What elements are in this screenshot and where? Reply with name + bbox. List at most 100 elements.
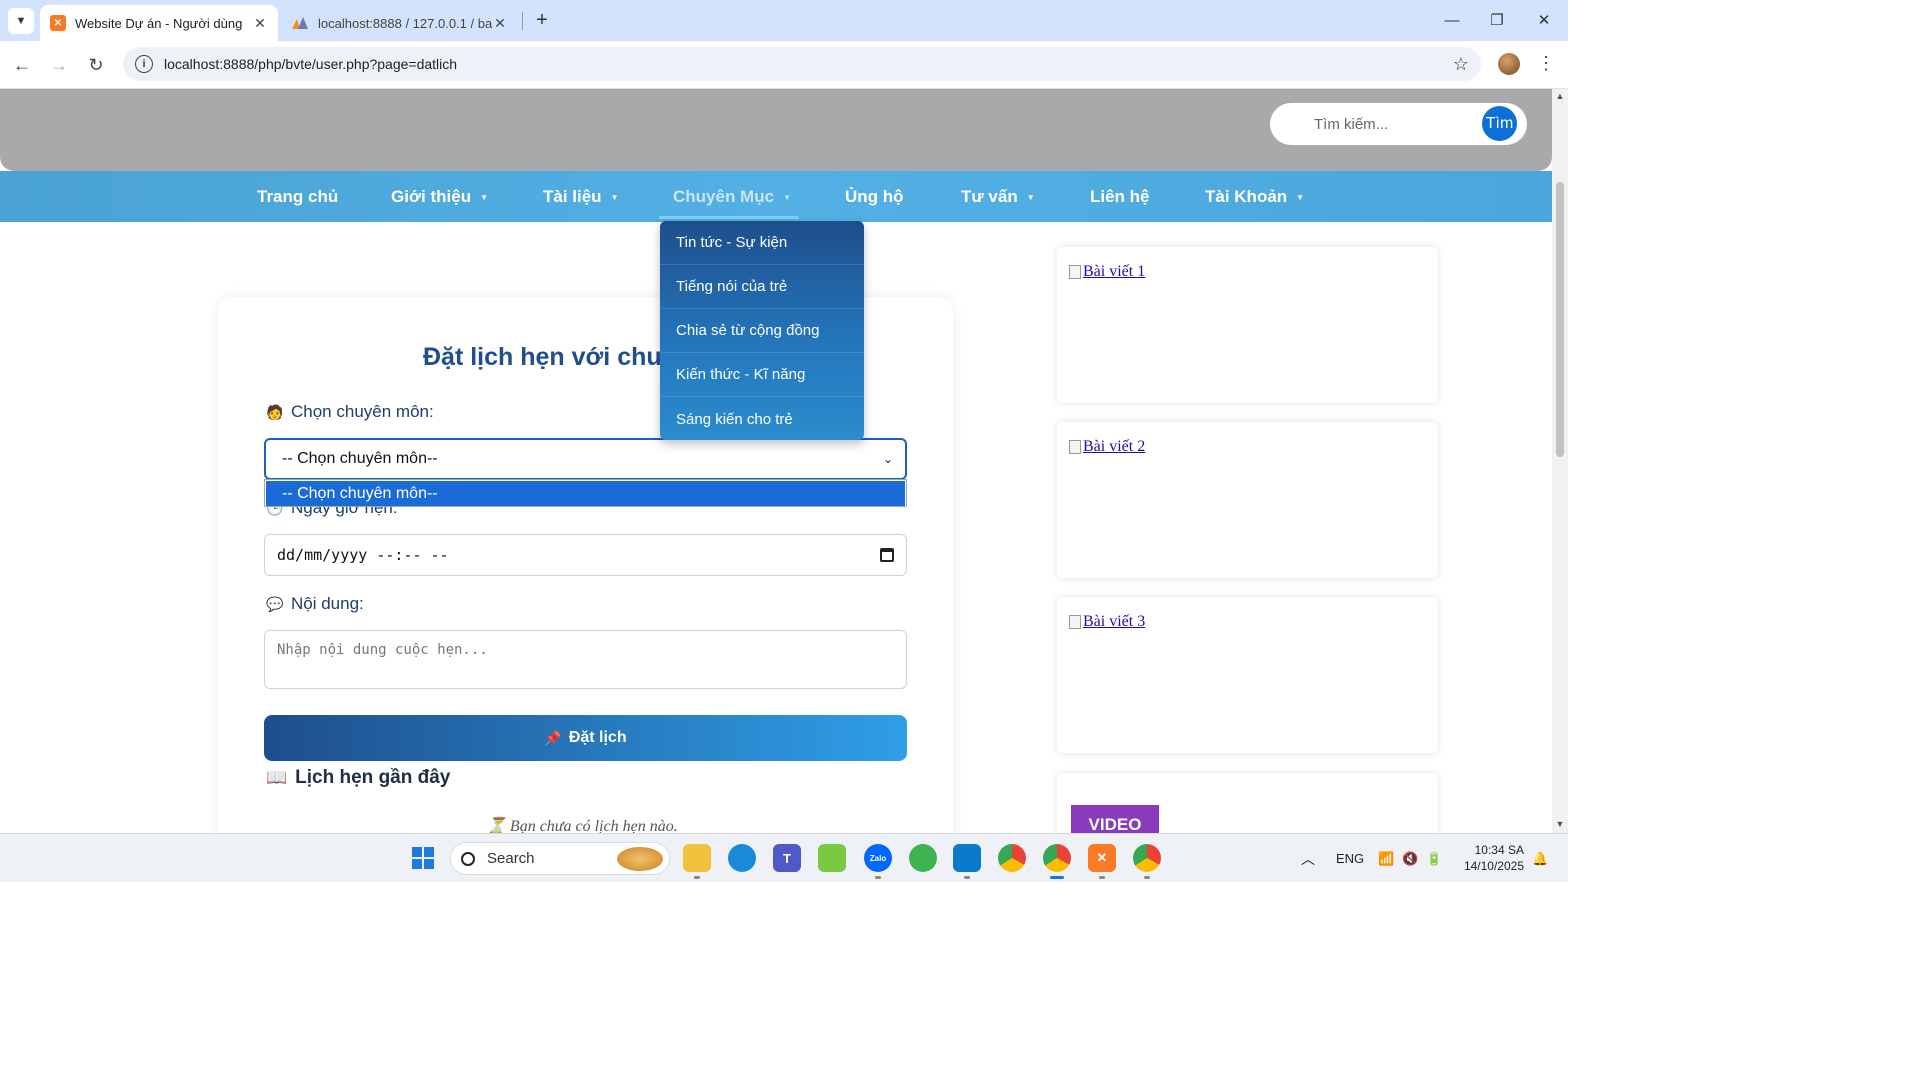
close-tab-icon[interactable]: ✕ [492, 15, 508, 32]
datetime-input[interactable]: dd/mm/yyyy --:-- -- [264, 534, 907, 576]
caret-down-icon: ▼ [1296, 193, 1305, 202]
bookmark-star-icon[interactable]: ☆ [1453, 54, 1469, 75]
notifications-icon[interactable]: 🔔 [1532, 834, 1548, 883]
sidebar-post-card[interactable]: Bài viết 3 [1057, 597, 1438, 753]
dropdown-item-skills[interactable]: Kiến thức - Kĩ năng [660, 353, 864, 397]
submit-appointment-button[interactable]: 📌 Đặt lịch [264, 715, 907, 761]
chrome-icon[interactable] [998, 844, 1026, 872]
zalo-icon[interactable]: Zalo [864, 844, 892, 872]
video-badge[interactable]: VIDEO [1071, 805, 1159, 833]
teams-icon[interactable]: T [773, 844, 801, 872]
file-explorer-icon[interactable] [683, 844, 711, 872]
sidebar-post-card[interactable]: Bài viết 2 [1057, 422, 1438, 578]
person-icon: 🧑 [266, 403, 284, 420]
nav-item-documents[interactable]: Tài liệu ▼ [543, 171, 619, 222]
running-indicator [1099, 876, 1105, 879]
specialty-label: 🧑 Chọn chuyên môn: [266, 402, 434, 421]
reload-icon[interactable]: ↻ [84, 53, 108, 77]
system-clock[interactable]: 10:34 SA 14/10/2025 [1456, 842, 1524, 874]
site-info-icon[interactable]: i [135, 55, 153, 73]
profile-avatar[interactable] [1498, 53, 1520, 75]
tab-separator [522, 12, 523, 30]
post-link[interactable]: Bài viết 3 [1083, 613, 1145, 631]
nav-item-account[interactable]: Tài Khoản ▼ [1205, 171, 1304, 222]
forward-icon[interactable]: → [47, 53, 71, 77]
empty-appointments-message: ⏳ Bạn chưa có lịch hẹn nào. [486, 818, 678, 833]
tab-search-button[interactable]: ▼ [8, 8, 34, 34]
speaker-muted-icon[interactable]: 🔇 [1402, 834, 1418, 883]
tray-overflow-icon[interactable]: ︿ [1301, 834, 1315, 883]
calendar-icon[interactable] [880, 548, 894, 562]
chrome-active-icon[interactable] [1043, 844, 1071, 872]
new-tab-button[interactable]: + [530, 8, 554, 32]
close-tab-icon[interactable]: ✕ [252, 15, 268, 32]
caret-down-icon: ▼ [783, 193, 791, 202]
minimize-icon[interactable]: — [1437, 8, 1467, 32]
browser-tab-bar: ▼ ✕ Website Dự án - Người dùng ✕ localho… [0, 0, 1568, 41]
tab-title: localhost:8888 / 127.0.0.1 / bao [318, 15, 492, 31]
restore-icon[interactable]: ❐ [1482, 8, 1512, 32]
post-image-alt: Bài viết 2 [1069, 438, 1145, 456]
taskbar-search[interactable]: Search [450, 842, 670, 875]
content-label: 💬 Nội dung: [266, 594, 364, 613]
specialty-options-list: -- Chọn chuyên môn-- [264, 479, 907, 507]
wifi-icon[interactable]: 📶 [1378, 834, 1394, 883]
caret-down-icon: ▼ [480, 193, 489, 202]
chrome-profile-icon[interactable] [1133, 844, 1161, 872]
scroll-down-icon[interactable]: ▼ [1555, 819, 1565, 829]
post-link[interactable]: Bài viết 2 [1083, 438, 1145, 456]
dropdown-item-news[interactable]: Tin tức - Sự kiện [660, 221, 864, 265]
nav-item-about[interactable]: Giới thiệu ▼ [391, 171, 488, 222]
active-indicator [1050, 876, 1064, 879]
snipping-tool-icon[interactable] [818, 844, 846, 872]
url-text[interactable]: localhost:8888/php/bvte/user.php?page=da… [164, 56, 1453, 72]
nav-item-contact[interactable]: Liên hệ [1090, 171, 1150, 222]
browser-toolbar: ← → ↻ i localhost:8888/php/bvte/user.php… [0, 41, 1568, 89]
specialty-option[interactable]: -- Chọn chuyên môn-- [266, 481, 905, 506]
search-button[interactable]: Tìm [1482, 106, 1517, 141]
battery-icon[interactable]: 🔋 [1426, 834, 1442, 883]
dropdown-item-initiatives[interactable]: Sáng kiến cho trẻ [660, 397, 864, 440]
dropdown-item-children-voice[interactable]: Tiếng nói của trẻ [660, 265, 864, 309]
tab-inactive[interactable]: localhost:8888 / 127.0.0.1 / bao ✕ [282, 5, 518, 41]
edge-icon[interactable] [728, 844, 756, 872]
nav-item-home[interactable]: Trang chủ [257, 171, 338, 222]
search-input[interactable] [1284, 111, 1474, 137]
nav-item-support[interactable]: Ủng hộ [845, 171, 904, 222]
categories-dropdown: Tin tức - Sự kiện Tiếng nói của trẻ Chia… [660, 221, 864, 440]
language-indicator[interactable]: ENG [1336, 834, 1364, 883]
windows-taskbar: Search T Zalo ✕ ︿ ENG 📶 🔇 🔋 10:34 SA 14/… [0, 833, 1568, 882]
close-window-icon[interactable]: ✕ [1529, 8, 1559, 32]
vscode-icon[interactable] [953, 844, 981, 872]
address-bar[interactable]: i localhost:8888/php/bvte/user.php?page=… [123, 47, 1481, 81]
caret-down-icon: ▼ [1026, 193, 1035, 202]
web-page: Tìm Trang chủ Giới thiệu▼ Tài liệu▼ Chuy… [0, 89, 1552, 833]
speech-bubble-icon: 💬 [266, 595, 284, 612]
nav-item-consulting[interactable]: Tư vấn ▼ [961, 171, 1035, 222]
nav-item-categories[interactable]: Chuyên Mục ▼ [673, 171, 791, 222]
broken-image-icon [1069, 615, 1081, 629]
scroll-up-icon[interactable]: ▲ [1555, 91, 1565, 101]
main-navigation: Trang chủ Giới thiệu ▼ Tài liệu ▼ Chuyên M… [0, 171, 1552, 222]
nav-active-underline [659, 216, 799, 219]
recent-appointments-heading: 📖 Lịch hẹn gần đây [266, 767, 451, 788]
browser-menu-icon[interactable]: ⋮ [1537, 53, 1555, 74]
post-link[interactable]: Bài viết 1 [1083, 263, 1145, 281]
page-scrollbar[interactable]: ▲ ▼ [1552, 89, 1568, 833]
pushpin-icon: 📌 [544, 729, 562, 746]
dropdown-item-community[interactable]: Chia sẻ từ cộng đồng [660, 309, 864, 353]
search-highlight-icon [617, 847, 663, 871]
sidebar-post-card[interactable]: Bài viết 1 [1057, 247, 1438, 403]
back-icon[interactable]: ← [10, 53, 34, 77]
app-green-icon[interactable] [909, 844, 937, 872]
sidebar-video-card[interactable]: VIDEO [1057, 773, 1438, 833]
tab-active[interactable]: ✕ Website Dự án - Người dùng ✕ [40, 5, 278, 41]
scroll-thumb[interactable] [1556, 182, 1564, 457]
running-indicator [1144, 876, 1150, 879]
xampp-icon[interactable]: ✕ [1088, 844, 1116, 872]
windows-start-icon[interactable] [409, 844, 437, 872]
specialty-select[interactable]: -- Chọn chuyên môn-- ⌄ [264, 438, 907, 480]
content-textarea[interactable]: Nhập nội dung cuộc hẹn... [264, 630, 907, 689]
chevron-down-icon: ⌄ [882, 452, 893, 466]
open-book-icon: 📖 [266, 768, 288, 787]
